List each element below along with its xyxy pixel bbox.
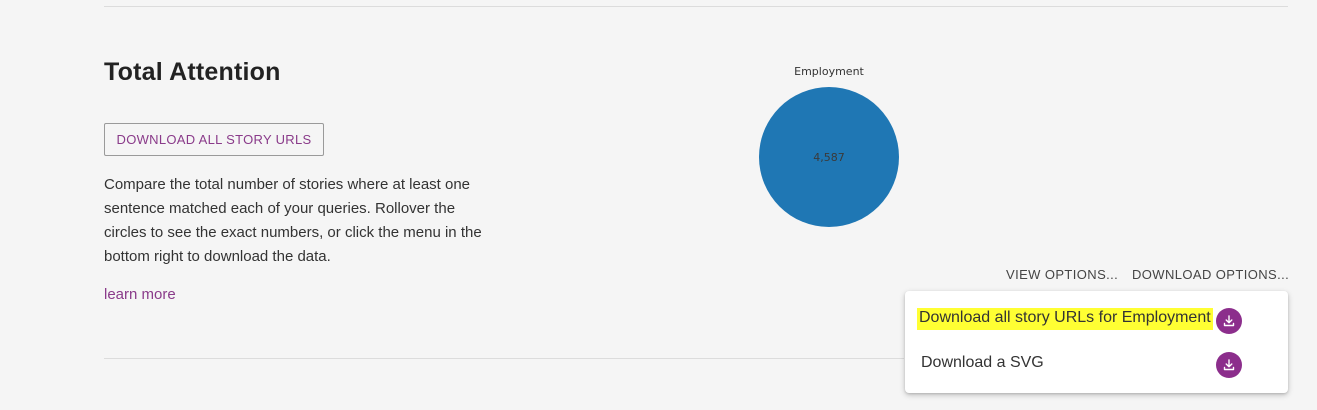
bottom-divider — [104, 358, 904, 359]
view-options-button[interactable]: VIEW OPTIONS... — [1006, 267, 1118, 282]
menu-item-download-story-urls[interactable]: Download all story URLs for Employment — [905, 298, 1288, 342]
menu-item-label: Download all story URLs for Employment — [917, 308, 1213, 330]
bubble-chart: Employment 4,587 — [740, 60, 920, 240]
section-description: Compare the total number of stories wher… — [104, 176, 482, 265]
download-all-story-urls-button[interactable]: DOWNLOAD ALL STORY URLS — [104, 123, 324, 156]
download-icon[interactable] — [1216, 308, 1242, 334]
download-options-menu: Download all story URLs for Employment D… — [905, 291, 1288, 393]
learn-more-link[interactable]: learn more — [104, 286, 176, 303]
menu-item-download-svg[interactable]: Download a SVG — [905, 342, 1288, 386]
top-divider — [104, 6, 1288, 7]
section-title: Total Attention — [104, 58, 281, 86]
bubble-value-label: 4,587 — [813, 151, 845, 164]
download-options-button[interactable]: DOWNLOAD OPTIONS... — [1132, 267, 1289, 282]
bubble-title: Employment — [794, 65, 864, 78]
menu-item-label: Download a SVG — [921, 354, 1044, 371]
download-icon[interactable] — [1216, 352, 1242, 378]
